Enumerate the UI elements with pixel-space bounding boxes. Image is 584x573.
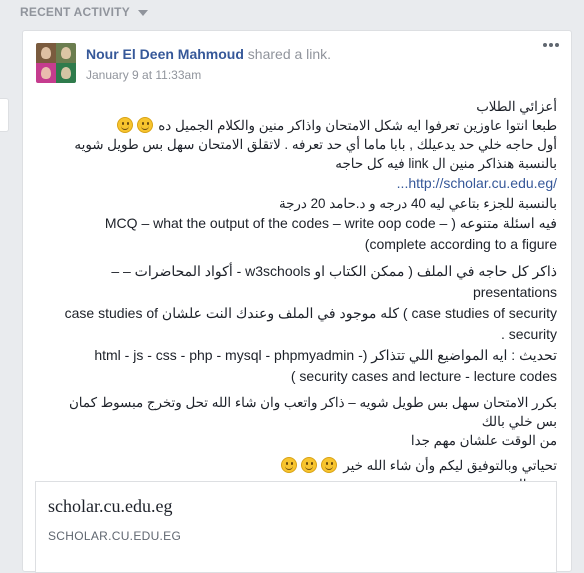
scholar-link[interactable]: ...http://scholar.cu.edu.eg/ [397, 175, 557, 191]
post-line: طبعا انتوا عاوزين تعرفوا ايه شكل الامتحا… [49, 116, 557, 135]
post-line: تحياتي وبالتوفيق ليكم وأن شاء الله خير [49, 456, 557, 475]
post-header: Nour El Deen Mahmoud shared a link. [86, 46, 331, 62]
more-options-icon[interactable] [543, 43, 559, 47]
smiley-emoji-icon [321, 457, 338, 473]
post-action: shared a link. [247, 46, 332, 62]
section-title: RECENT ACTIVITY [20, 5, 130, 19]
post-line: case studies of security ) كله موجود في … [64, 305, 557, 321]
smiley-emoji-icon [281, 457, 298, 473]
smiley-emoji-icon [136, 117, 153, 133]
post-body: أعزائي الطلاب طبعا انتوا عاوزين تعرفوا ا… [49, 97, 557, 494]
post-line: complete according to a figure) [364, 236, 557, 252]
post-line: أول حاجه خلي حد يدعيلك , بابا ماما أي حد… [74, 137, 557, 152]
post-line: security . [500, 326, 557, 342]
post-timestamp[interactable]: January 9 at 11:33am [86, 68, 201, 82]
adjacent-card-edge [0, 98, 9, 132]
link-preview-card[interactable]: scholar.cu.edu.eg SCHOLAR.CU.EDU.EG [35, 481, 557, 573]
recent-activity-header[interactable]: RECENT ACTIVITY [20, 5, 148, 19]
author-link[interactable]: Nour El Deen Mahmoud [86, 46, 244, 62]
post-line: أعزائي الطلاب [476, 99, 557, 114]
post-line: بكرر الامتحان سهل بس طويل شويه – ذاكر وا… [68, 395, 557, 429]
link-preview-title[interactable]: scholar.cu.edu.eg [48, 496, 172, 517]
post-line: security cases and lecture - lecture cod… [290, 368, 557, 384]
post-line: فيه اسئلة متنوعه ( – MCQ – what the outp… [104, 215, 557, 231]
post-line: بالنسبة للجزء بتاعي ليه 40 درجه و د.حامد… [278, 196, 557, 211]
smiley-emoji-icon [116, 117, 133, 133]
post-link-line: ...http://scholar.cu.edu.eg/ [49, 173, 557, 194]
post-line: بالنسبة هنذاكر منين ال link فيه كل حاجه [335, 156, 557, 171]
chevron-down-icon[interactable] [137, 9, 148, 16]
post-line: من الوقت علشان مهم جدا [410, 433, 557, 448]
smiley-emoji-icon [301, 457, 318, 473]
link-preview-domain: SCHOLAR.CU.EDU.EG [48, 529, 182, 543]
post-line: تحديث : ايه المواضيع اللي تتذاكر (- html… [94, 347, 557, 363]
post-line: ذاكر كل حاجه في الملف ( ممكن الكتاب او w… [111, 263, 557, 300]
avatar[interactable] [36, 43, 76, 83]
post-card: Nour El Deen Mahmoud shared a link. Janu… [22, 30, 572, 573]
